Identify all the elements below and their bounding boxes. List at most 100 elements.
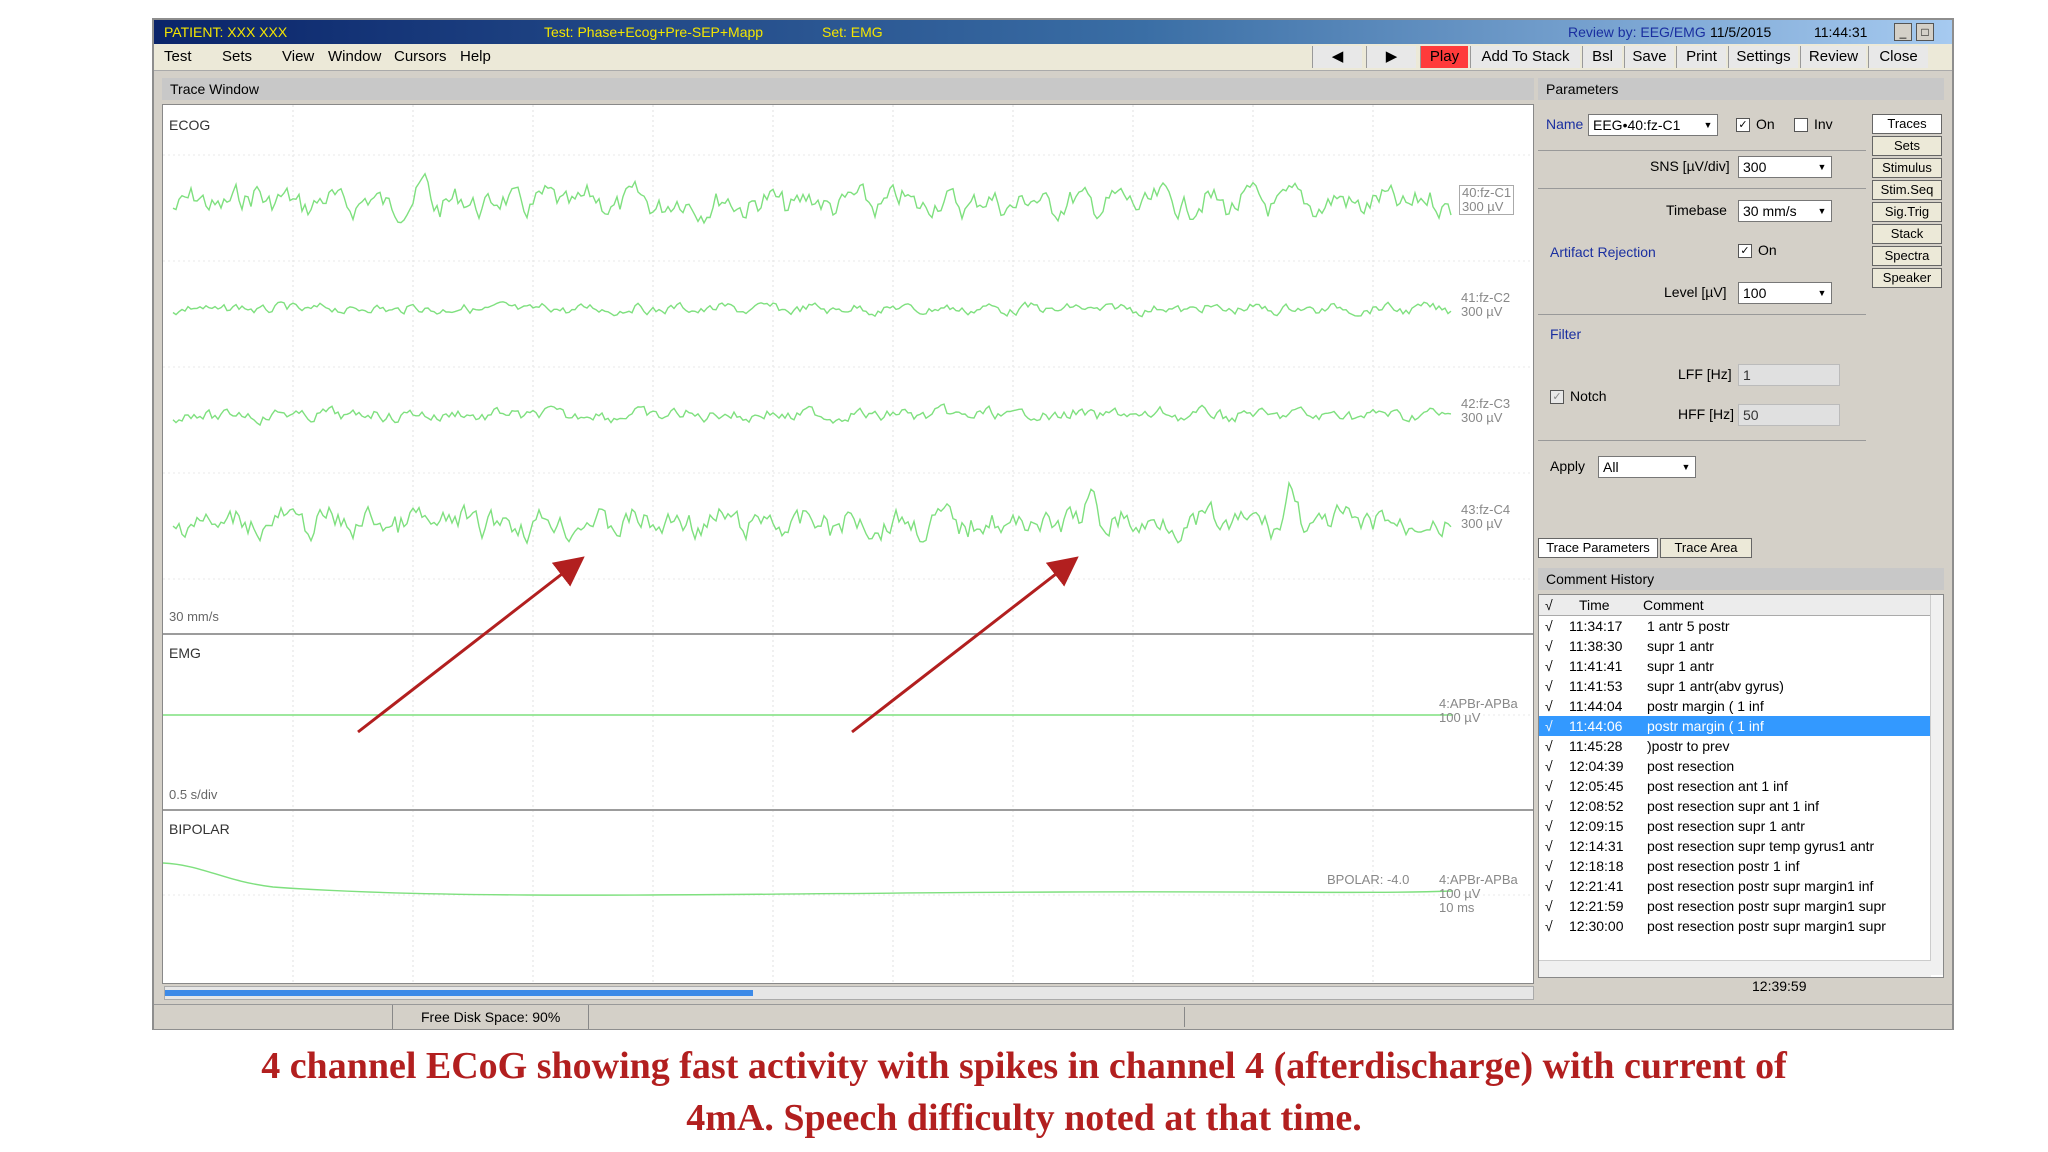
- free-disk-space: Free Disk Space: 90%: [392, 1005, 590, 1029]
- ecog-trace-1: [172, 172, 1452, 225]
- tab-spectra[interactable]: Spectra: [1872, 246, 1942, 266]
- trace-scrollbar[interactable]: [164, 986, 1534, 1000]
- chevron-down-icon: ▼: [1817, 162, 1827, 172]
- comment-check: √: [1545, 738, 1553, 754]
- emg-bipolar-divider: [163, 809, 1533, 811]
- comment-comment: 1 antr 5 postr: [1647, 618, 1730, 634]
- channel-label-2[interactable]: 41:fz-C2 300 µV: [1461, 291, 1510, 319]
- comment-horizontal-scrollbar[interactable]: [1539, 960, 1931, 977]
- comment-vertical-scrollbar[interactable]: [1930, 595, 1943, 975]
- comment-row[interactable]: √ 12:08:52 post resection supr ant 1 inf: [1539, 796, 1931, 816]
- menu-cursors[interactable]: Cursors: [394, 44, 447, 70]
- ecog-panel-label: ECOG: [169, 117, 211, 133]
- notch-checkbox[interactable]: ✓: [1550, 390, 1564, 404]
- print-button[interactable]: Print: [1676, 46, 1726, 68]
- comment-row[interactable]: √ 11:38:30 supr 1 antr: [1539, 636, 1931, 656]
- menu-test[interactable]: Test: [164, 44, 192, 70]
- trace-canvas: [163, 105, 1533, 983]
- comment-row[interactable]: √ 11:45:28)postr to prev: [1539, 736, 1931, 756]
- tab-trace-parameters[interactable]: Trace Parameters: [1538, 538, 1658, 558]
- tab-stack[interactable]: Stack: [1872, 224, 1942, 244]
- title-date: 11/5/2015: [1710, 24, 1772, 40]
- minimize-button[interactable]: _: [1894, 23, 1912, 41]
- emg-channel-label[interactable]: 4:APBr-APBa 100 µV: [1439, 697, 1518, 725]
- comment-comment: post resection postr supr margin1 inf: [1647, 878, 1874, 894]
- bipolar-channel-label[interactable]: 4:APBr-APBa 100 µV 10 ms: [1439, 873, 1518, 915]
- name-select[interactable]: EEG•40:fz-C1 ▼: [1588, 114, 1718, 136]
- emg-timebase: 0.5 s/div: [169, 787, 218, 802]
- comment-row[interactable]: √ 12:09:15 post resection supr 1 antr: [1539, 816, 1931, 836]
- comment-time: 11:44:06: [1569, 718, 1623, 734]
- inv-checkbox[interactable]: [1794, 118, 1808, 132]
- artifact-on-checkbox[interactable]: ✓: [1738, 244, 1752, 258]
- maximize-button[interactable]: □: [1916, 23, 1934, 41]
- hff-field[interactable]: 50: [1738, 404, 1840, 426]
- bipolar-panel-label: BIPOLAR: [169, 821, 230, 837]
- play-button[interactable]: Play: [1420, 46, 1468, 68]
- chevron-down-icon: ▼: [1817, 206, 1827, 216]
- apply-select[interactable]: All ▼: [1598, 456, 1696, 478]
- comment-comment: )postr to prev: [1647, 738, 1730, 754]
- comment-row[interactable]: √ 12:14:31 post resection supr temp gyrus1…: [1539, 836, 1931, 856]
- comment-comment: post resection ant 1 inf: [1647, 778, 1788, 794]
- tab-stim-seq[interactable]: Stim.Seq: [1872, 180, 1942, 200]
- comment-row[interactable]: √ 12:21:41 post resection postr supr margi…: [1539, 876, 1931, 896]
- bipolar-readout: BPOLAR: -4.0: [1327, 872, 1410, 887]
- close-button[interactable]: Close: [1868, 46, 1928, 68]
- title-bar: PATIENT: XXX XXX Test: Phase+Ecog+Pre-SE…: [154, 20, 1952, 44]
- prev-button[interactable]: ◀: [1312, 46, 1362, 68]
- menu-help[interactable]: Help: [460, 44, 491, 70]
- channel-name: 4:APBr-APBa: [1439, 696, 1518, 711]
- lff-field[interactable]: 1: [1738, 364, 1840, 386]
- channel-label-1[interactable]: 40:fz-C1 300 µV: [1459, 185, 1515, 215]
- tab-traces[interactable]: Traces: [1872, 114, 1942, 134]
- tab-stimulus[interactable]: Stimulus: [1872, 158, 1942, 178]
- name-label: Name: [1546, 116, 1584, 132]
- channel-scale: 300 µV: [1462, 199, 1504, 214]
- level-select[interactable]: 100 ▼: [1738, 282, 1832, 304]
- settings-button[interactable]: Settings: [1728, 46, 1798, 68]
- review-button[interactable]: Review: [1800, 46, 1866, 68]
- sns-select[interactable]: 300 ▼: [1738, 156, 1832, 178]
- tab-speaker[interactable]: Speaker: [1872, 268, 1942, 288]
- sns-label: SNS [µV/div]: [1650, 158, 1730, 174]
- menu-window[interactable]: Window: [328, 44, 381, 70]
- bsl-button[interactable]: Bsl: [1582, 46, 1622, 68]
- comment-row[interactable]: √ 12:21:59 post resection postr supr margi…: [1539, 896, 1931, 916]
- chevron-down-icon: ▼: [1681, 462, 1691, 472]
- channel-label-4[interactable]: 43:fz-C4 300 µV: [1461, 503, 1510, 531]
- comment-row[interactable]: √ 11:44:06 postr margin ( 1 inf: [1539, 716, 1931, 736]
- col-comment[interactable]: Comment: [1643, 595, 1704, 615]
- comment-row[interactable]: √ 12:05:45 post resection ant 1 inf: [1539, 776, 1931, 796]
- next-button[interactable]: ▶: [1366, 46, 1416, 68]
- patient-name: PATIENT: XXX XXX: [164, 24, 288, 40]
- comment-row[interactable]: √ 11:44:04 postr margin ( 1 inf: [1539, 696, 1931, 716]
- col-time[interactable]: Time: [1579, 595, 1610, 615]
- tab-sets[interactable]: Sets: [1872, 136, 1942, 156]
- tab-trace-area[interactable]: Trace Area: [1660, 538, 1752, 558]
- on-checkbox[interactable]: ✓: [1736, 118, 1750, 132]
- comment-time: 12:14:31: [1569, 838, 1624, 854]
- menu-view[interactable]: View: [282, 44, 314, 70]
- comment-row[interactable]: √ 12:18:18 post resection postr 1 inf: [1539, 856, 1931, 876]
- channel-label-3[interactable]: 42:fz-C3 300 µV: [1461, 397, 1510, 425]
- ecog-timebase: 30 mm/s: [169, 609, 219, 624]
- comment-check: √: [1545, 778, 1553, 794]
- comment-row[interactable]: √ 11:41:53 supr 1 antr(abv gyrus): [1539, 676, 1931, 696]
- test-name: Test: Phase+Ecog+Pre-SEP+Mapp: [544, 24, 764, 40]
- emg-panel-label: EMG: [169, 645, 201, 661]
- comment-row[interactable]: √ 12:04:39 post resection: [1539, 756, 1931, 776]
- save-button[interactable]: Save: [1624, 46, 1674, 68]
- menu-sets[interactable]: Sets: [222, 44, 252, 70]
- comment-row[interactable]: √ 11:34:17 1 antr 5 postr: [1539, 616, 1931, 636]
- add-to-stack-button[interactable]: Add To Stack: [1470, 46, 1580, 68]
- comment-row[interactable]: √ 11:41:41 supr 1 antr: [1539, 656, 1931, 676]
- timebase-select[interactable]: 30 mm/s ▼: [1738, 200, 1832, 222]
- name-select-value: EEG•40:fz-C1: [1593, 117, 1681, 133]
- tab-sig-trig[interactable]: Sig.Trig: [1872, 202, 1942, 222]
- comment-row[interactable]: √ 12:30:00 post resection postr supr margi…: [1539, 916, 1931, 936]
- comment-check: √: [1545, 698, 1553, 714]
- comment-comment: post resection postr 1 inf: [1647, 858, 1800, 874]
- parameters-panel: Name EEG•40:fz-C1 ▼ ✓ On Inv SNS [µV/div…: [1538, 104, 1866, 564]
- comment-time: 11:38:30: [1569, 638, 1623, 654]
